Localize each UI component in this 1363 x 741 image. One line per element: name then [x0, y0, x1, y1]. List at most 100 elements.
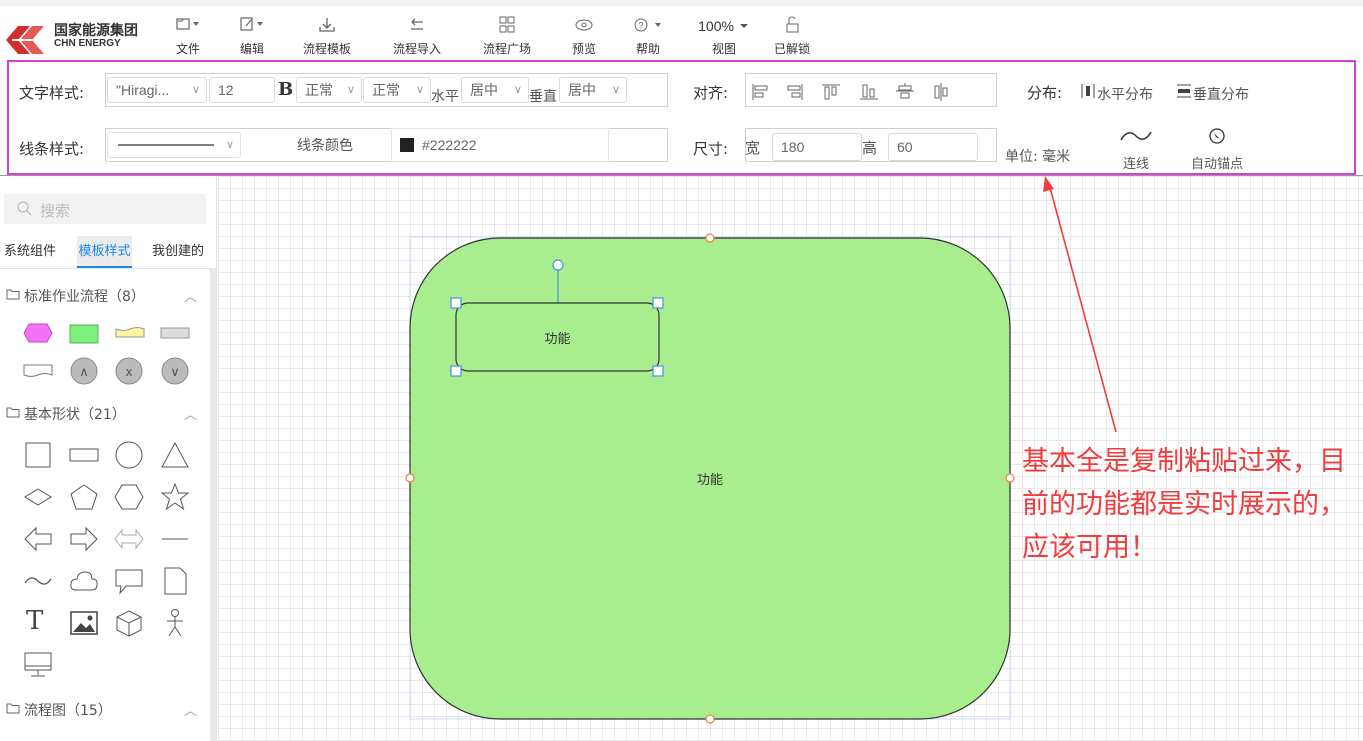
- sidebar-scrollbar[interactable]: [210, 268, 216, 741]
- connect-line-button[interactable]: 连线: [1113, 126, 1159, 172]
- rect-green-shape[interactable]: [68, 323, 100, 345]
- curve-line-icon: [1120, 131, 1152, 141]
- or-gate-shape[interactable]: ∨: [159, 356, 191, 386]
- group-title-flowchart[interactable]: 流程图（15）: [24, 700, 112, 720]
- annotation-text: 基本全是复制粘贴过来，目前的功能都是实时展示的，应该可用！: [1022, 446, 1346, 563]
- chevron-down-icon: ∨: [611, 84, 620, 96]
- outer-anchor-bottom[interactable]: [705, 714, 715, 724]
- font-weight-select[interactable]: 正常 ∨: [296, 77, 362, 103]
- hexagon-shape[interactable]: [113, 482, 145, 512]
- inner-shape-label: 功能: [544, 332, 571, 347]
- folder-icon: [6, 289, 20, 300]
- tab-template-styles[interactable]: 模板样式: [77, 236, 132, 268]
- square-shape[interactable]: [22, 440, 54, 470]
- line-color-picker[interactable]: #222222: [391, 128, 609, 162]
- left-arrow-shape[interactable]: [22, 524, 54, 554]
- search-input[interactable]: 搜索: [4, 194, 206, 224]
- menu-preview[interactable]: 预览: [566, 16, 602, 62]
- tape-yellow-shape[interactable]: [114, 326, 146, 340]
- resize-handle-bottom-right[interactable]: [652, 365, 664, 377]
- menu-edit[interactable]: 编辑: [234, 16, 270, 62]
- tab-my-created[interactable]: 我创建的: [152, 236, 204, 268]
- xor-gate-shape[interactable]: x: [113, 356, 145, 386]
- grid-icon: [478, 16, 536, 36]
- chevron-down-icon: ∨: [346, 84, 355, 96]
- vertical-align-select[interactable]: 居中 ∨: [559, 77, 627, 103]
- actor-shape[interactable]: [159, 608, 191, 638]
- monitor-shape[interactable]: [22, 650, 54, 680]
- brand-name-en: CHN ENERGY: [54, 38, 121, 49]
- text-shape[interactable]: T: [26, 606, 43, 636]
- group-title-standard-flow[interactable]: 标准作业流程（8）: [24, 286, 145, 306]
- wave-line-shape[interactable]: [22, 566, 54, 596]
- triangle-shape[interactable]: [159, 440, 191, 470]
- resize-handle-top-left[interactable]: [450, 297, 462, 309]
- group-title-basic-shapes[interactable]: 基本形状（21）: [24, 404, 126, 424]
- zoom-dropdown[interactable]: 100%: [694, 16, 754, 36]
- outer-shape-label: 功能: [696, 473, 723, 488]
- star-shape[interactable]: [159, 482, 191, 512]
- folder-icon: [6, 407, 20, 418]
- solid-line-icon: [118, 144, 214, 146]
- help-icon: ?: [630, 16, 666, 36]
- svg-text:?: ?: [638, 21, 643, 31]
- menu-unlocked[interactable]: 已解锁: [770, 16, 814, 62]
- font-family-select[interactable]: "Hiragi... ∨: [107, 77, 207, 103]
- rotate-handle[interactable]: [552, 259, 564, 271]
- cube-shape[interactable]: [113, 608, 145, 638]
- diamond-shape[interactable]: [22, 482, 54, 512]
- align-right-icon[interactable]: [784, 82, 806, 102]
- bold-button[interactable]: B: [278, 79, 293, 100]
- align-center-vertical-icon[interactable]: [930, 82, 952, 102]
- line-style-select[interactable]: ∨: [107, 132, 241, 158]
- text-style-label: 文字样式:: [19, 84, 85, 102]
- menu-file[interactable]: 文件: [170, 16, 206, 62]
- and-gate-shape[interactable]: ∧: [68, 356, 100, 386]
- collapse-chevron-icon[interactable]: ︿: [184, 286, 197, 305]
- align-center-horizontal-icon[interactable]: [894, 82, 916, 102]
- unlock-icon: [770, 16, 814, 36]
- align-top-icon[interactable]: [820, 82, 842, 102]
- menu-view[interactable]: 100% 视图: [694, 16, 754, 62]
- hexagon-pink-shape[interactable]: [22, 322, 54, 344]
- color-swatch: [400, 137, 414, 152]
- collapse-chevron-icon[interactable]: ︿: [184, 404, 197, 423]
- resize-handle-bottom-left[interactable]: [450, 365, 462, 377]
- collapse-chevron-icon[interactable]: ︿: [184, 700, 197, 719]
- width-input[interactable]: 180: [772, 133, 862, 161]
- double-arrow-shape[interactable]: [113, 524, 145, 554]
- rectangle-shape[interactable]: [68, 440, 100, 470]
- resize-handle-top-right[interactable]: [652, 297, 664, 309]
- horizontal-align-select[interactable]: 居中 ∨: [461, 77, 529, 103]
- height-input[interactable]: 60: [888, 133, 978, 161]
- pentagon-shape[interactable]: [68, 482, 100, 512]
- line-shape[interactable]: [159, 524, 191, 554]
- auto-anchor-button[interactable]: 自动锚点: [1185, 126, 1249, 172]
- menu-help[interactable]: ? 帮助: [630, 16, 666, 62]
- menu-flow-template[interactable]: 流程模板: [298, 16, 356, 62]
- shape-library-panel: 搜索 系统组件 模板样式 我创建的 标准作业流程（8） ︿ ∧ x ∨ 基本形状…: [0, 176, 217, 741]
- speech-bubble-shape[interactable]: [113, 566, 145, 596]
- outer-anchor-top[interactable]: [705, 233, 715, 243]
- right-arrow-shape[interactable]: [68, 524, 100, 554]
- align-left-icon[interactable]: [750, 82, 772, 102]
- circle-shape[interactable]: [113, 440, 145, 470]
- cloud-shape[interactable]: [68, 566, 100, 596]
- rect-gray-shape[interactable]: [159, 326, 191, 340]
- vertical-distribute-icon: [1177, 84, 1191, 98]
- menu-flow-square[interactable]: 流程广场: [478, 16, 536, 62]
- font-size-input[interactable]: 12: [209, 77, 275, 103]
- document-shape[interactable]: [159, 566, 191, 596]
- font-style-select[interactable]: 正常 ∨: [363, 77, 431, 103]
- width-label: 宽: [745, 139, 761, 157]
- menu-flow-import[interactable]: 流程导入: [388, 16, 446, 62]
- horizontal-label: 水平: [431, 89, 459, 105]
- align-label: 对齐:: [693, 84, 729, 102]
- horizontal-distribute-icon: [1081, 84, 1095, 98]
- tab-system-components[interactable]: 系统组件: [4, 236, 56, 268]
- align-bottom-icon[interactable]: [858, 82, 880, 102]
- image-shape[interactable]: [68, 608, 100, 638]
- eye-icon: [566, 16, 602, 36]
- size-label: 尺寸:: [693, 140, 729, 158]
- document-wave-shape[interactable]: [22, 362, 54, 380]
